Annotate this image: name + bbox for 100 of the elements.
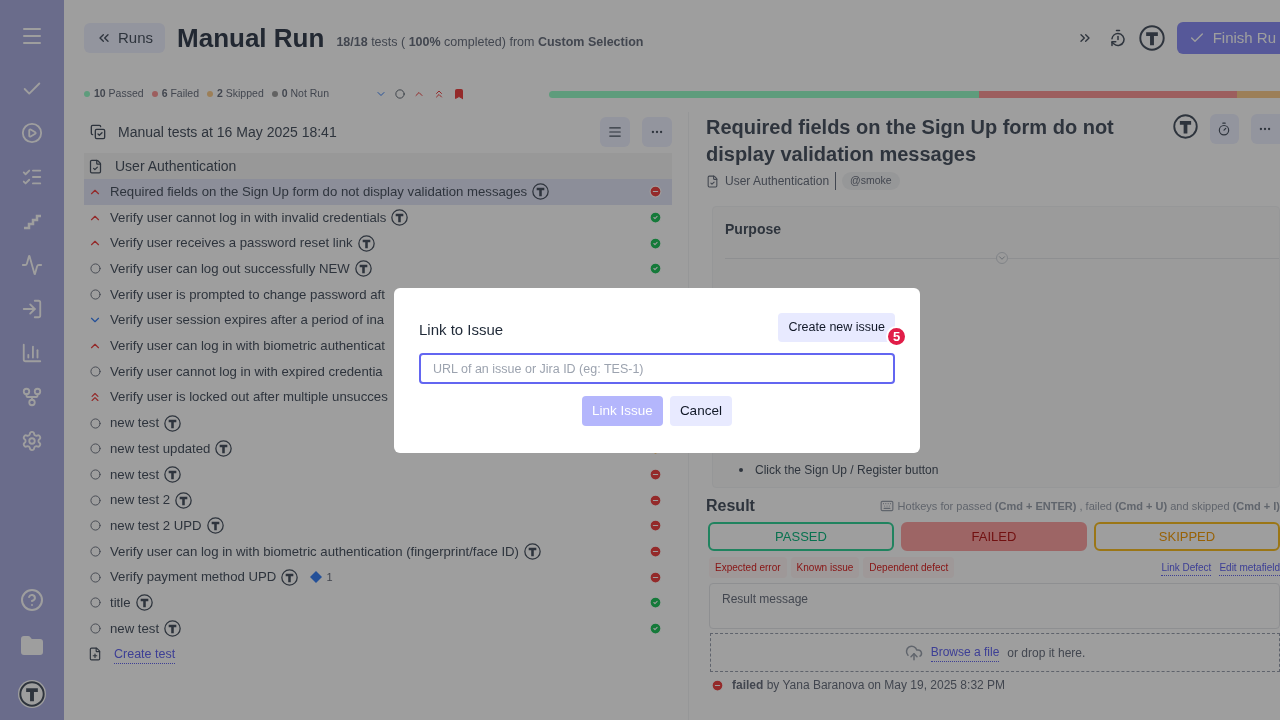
test-title: new test — [110, 414, 160, 433]
t-logo-icon — [1138, 25, 1165, 51]
action-link[interactable]: Link Defect — [1161, 559, 1212, 576]
tag: @smoke — [842, 172, 900, 190]
critical-filter-icon[interactable] — [433, 88, 445, 100]
result-message-field[interactable]: Result message — [709, 583, 1280, 629]
create-test-link[interactable]: Create test — [114, 644, 176, 665]
test-title: Required fields on the Sign Up form do not display validation messages — [110, 182, 528, 201]
test-row[interactable]: title — [84, 590, 672, 616]
test-row[interactable]: Verify user is prompted to change password aft — [84, 281, 672, 308]
test-title: new test — [110, 619, 160, 638]
test-row[interactable]: Verify user can log out successfully NEW — [84, 256, 672, 282]
stat-label: 10 Passed — [94, 86, 144, 102]
test-row[interactable]: Verify payment method UPD 1 — [84, 564, 672, 590]
t-logo-icon — [532, 183, 550, 201]
t-logo-icon — [354, 260, 372, 278]
jira-icon — [310, 571, 323, 584]
timer-icon[interactable] — [1108, 29, 1127, 47]
test-title: Verify user can log in with biometric authentication (fingerprint/face ID) — [110, 542, 519, 561]
run-summary: 18/18 tests ( 100% completed) from Custom Selection — [336, 33, 644, 51]
more-button[interactable] — [642, 117, 672, 147]
settings-icon[interactable] — [21, 430, 43, 452]
reason-chip[interactable]: Dependent defect — [863, 557, 955, 578]
issue-url-field[interactable]: URL of an issue or Jira ID (eg: TES-1) — [419, 353, 895, 384]
test-title: Verify user is prompted to change password aft — [110, 285, 385, 304]
run-list-icon — [90, 124, 106, 140]
new-file-icon — [88, 647, 102, 662]
list-view-button[interactable] — [600, 117, 630, 147]
t-logo-icon — [164, 414, 182, 432]
test-row[interactable]: new test 2 — [84, 487, 672, 513]
file-check-icon — [88, 158, 103, 174]
test-title: Verify user is locked out after multiple unsucces — [110, 388, 388, 407]
suite-name: User Authentication — [725, 172, 837, 190]
hotkeys-hint: Hotkeys for passed (Cmd + ENTER) , failed (Cmd + U) and skipped (Cmd + I) — [897, 498, 1280, 514]
test-title: new test — [110, 465, 160, 484]
result-heading: Result — [706, 496, 755, 516]
stopwatch-icon — [1217, 122, 1232, 136]
t-logo-icon — [215, 440, 233, 458]
reason-chip[interactable]: Expected error — [709, 557, 787, 578]
test-title: new test 2 — [110, 491, 171, 510]
play-icon[interactable] — [21, 122, 43, 144]
help-icon[interactable] — [20, 588, 44, 612]
import-icon[interactable] — [21, 298, 43, 320]
test-row[interactable]: new test 2 UPD — [84, 512, 672, 539]
dialog-title: Link to Issue — [419, 319, 504, 340]
test-case-title: Required fields on the Sign Up form do not display validation messages — [706, 115, 1115, 167]
step-text: Click the Sign Up / Register button — [755, 462, 939, 479]
normal-filter-icon[interactable] — [395, 89, 405, 99]
test-row[interactable]: Verify user can log in with biometric authentication (fingerprint/face ID) — [84, 538, 672, 565]
upload-icon — [904, 643, 923, 662]
more-options-button[interactable] — [1250, 114, 1280, 144]
test-title: Verify user can log in with biometric authenticat — [110, 337, 385, 356]
upload-drop-zone[interactable]: Browse a file or drop it here. — [710, 633, 1280, 672]
t-logo-icon — [391, 209, 409, 227]
test-row[interactable]: Verify user cannot log in with invalid credentials — [84, 204, 672, 231]
suite-icon — [706, 174, 719, 188]
issue-count: 1 — [326, 569, 333, 585]
avatar-icon — [19, 681, 45, 707]
test-title: Verify user session expires after a period of ina — [110, 311, 385, 330]
page-title: Manual Run — [177, 21, 325, 55]
count-badge: 5 — [886, 326, 907, 347]
test-title: Verify user receives a password reset link — [110, 234, 353, 253]
test-row[interactable]: Verify user receives a password reset link — [84, 230, 672, 257]
stat-label: 6 Failed — [161, 86, 199, 102]
run-list-title: Manual tests at 16 May 2025 18:41 — [118, 122, 338, 142]
stat-label: 0 Not Run — [281, 86, 330, 102]
test-title: Verify user cannot log in with invalid credentials — [110, 208, 387, 227]
folder-icon[interactable] — [20, 634, 44, 658]
action-link[interactable]: Edit metafield — [1219, 559, 1280, 576]
t-logo-icon — [206, 517, 224, 535]
fork-icon[interactable] — [21, 386, 43, 408]
test-title: Verify user cannot log in with expired credentia — [110, 362, 383, 381]
history-entry: failed by Yana Baranova on May 19, 2025 8:32 PM — [732, 677, 1006, 694]
t-logo-icon — [164, 465, 182, 483]
t-logo-icon — [164, 620, 182, 638]
pulse-icon[interactable] — [21, 254, 43, 276]
drop-hint: or drop it here. — [1007, 644, 1086, 662]
t-logo-icon — [135, 594, 153, 612]
test-title: new test 2 UPD — [110, 516, 202, 535]
test-title: new test updated — [110, 439, 211, 458]
finish-run-button[interactable]: Finish Ru — [1176, 22, 1280, 54]
result-button[interactable]: FAILED — [901, 522, 1087, 551]
suite-title: User Authentication — [115, 156, 237, 176]
t-logo-icon — [524, 542, 541, 560]
t-logo-icon — [281, 568, 299, 586]
browse-file-link[interactable]: Browse a file — [930, 643, 1000, 662]
reason-chip[interactable]: Known issue — [790, 557, 860, 578]
timer-button[interactable] — [1209, 114, 1239, 144]
back-button[interactable]: Runs — [84, 23, 166, 53]
t-logo-icon — [357, 234, 375, 252]
bookmark-icon[interactable] — [453, 88, 465, 100]
test-row[interactable]: new test — [84, 615, 672, 642]
t-logo-icon — [175, 491, 193, 509]
bullet-icon — [739, 468, 743, 472]
test-row[interactable]: new test — [84, 461, 672, 488]
test-title: Verify payment method UPD — [110, 568, 277, 587]
bar-chart-icon[interactable] — [21, 342, 43, 364]
cancel-button[interactable]: Cancel — [669, 396, 732, 426]
test-row[interactable]: Required fields on the Sign Up form do not display validation messages — [84, 179, 672, 205]
keyboard-icon — [879, 499, 894, 513]
